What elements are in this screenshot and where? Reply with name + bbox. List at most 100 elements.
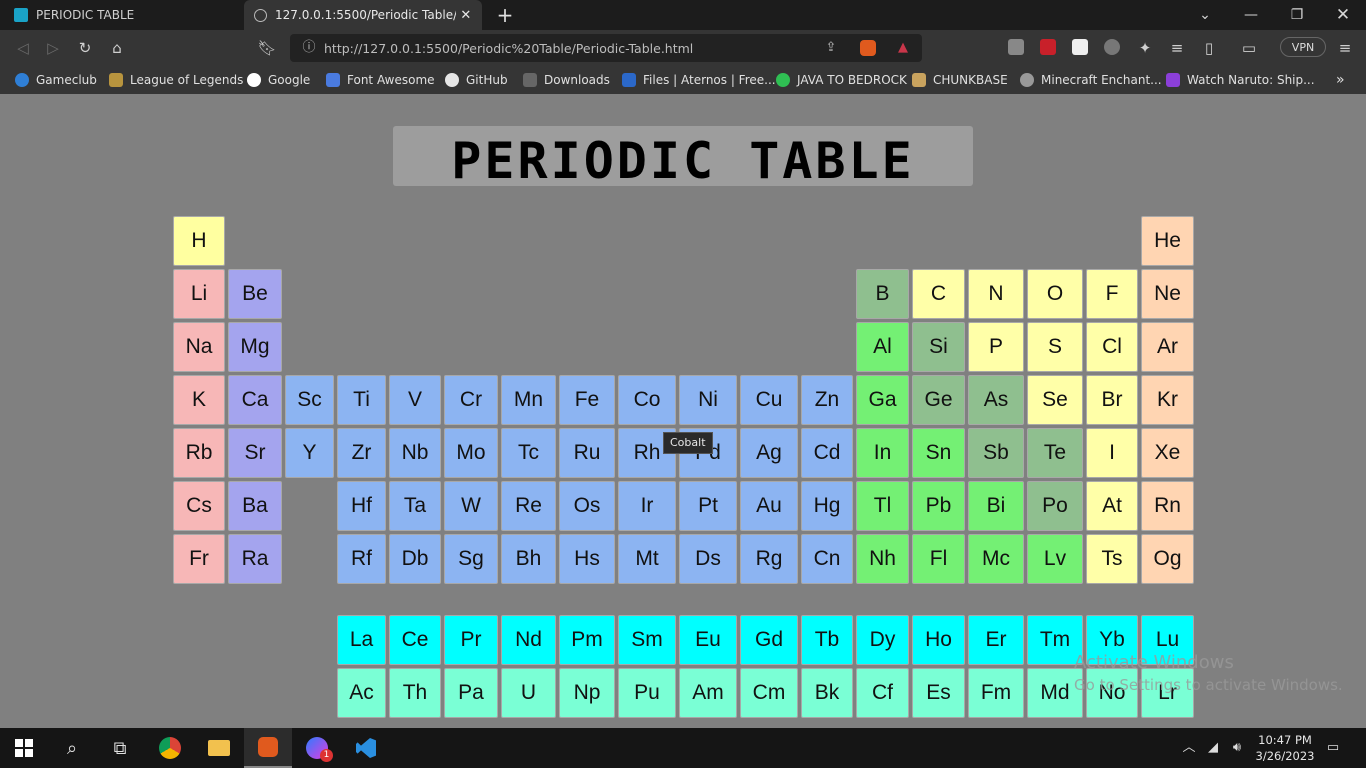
brave-taskbar-icon[interactable]: [244, 728, 292, 768]
bookmark-minecraft-enchant[interactable]: Minecraft Enchant...: [1020, 71, 1162, 89]
element-am[interactable]: Am: [679, 668, 737, 718]
element-be[interactable]: Be: [228, 269, 282, 319]
brave-shields-icon[interactable]: [860, 40, 876, 56]
element-la[interactable]: La: [337, 615, 386, 665]
tab-localhost[interactable]: 127.0.0.1:5500/Periodic Table/Peri ✕: [244, 0, 482, 30]
element-he[interactable]: He: [1141, 216, 1194, 266]
brave-rewards-icon[interactable]: ▲: [894, 39, 912, 57]
element-bh[interactable]: Bh: [501, 534, 556, 584]
address-bar[interactable]: ⓘ http://127.0.0.1:5500/Periodic%20Table…: [290, 34, 922, 62]
bookmark-github[interactable]: GitHub: [445, 71, 508, 89]
reload-button[interactable]: ↻: [74, 38, 96, 58]
element-fr[interactable]: Fr: [173, 534, 225, 584]
element-mn[interactable]: Mn: [501, 375, 556, 425]
element-fe[interactable]: Fe: [559, 375, 615, 425]
forward-button[interactable]: ▷: [42, 38, 64, 58]
extension-icon[interactable]: [1104, 39, 1120, 55]
element-ti[interactable]: Ti: [337, 375, 386, 425]
element-bi[interactable]: Bi: [968, 481, 1024, 531]
site-info-icon[interactable]: ⓘ: [300, 39, 318, 57]
element-mc[interactable]: Mc: [968, 534, 1024, 584]
element-ir[interactable]: Ir: [618, 481, 676, 531]
element-tc[interactable]: Tc: [501, 428, 556, 478]
element-pr[interactable]: Pr: [444, 615, 498, 665]
element-n[interactable]: N: [968, 269, 1024, 319]
close-window-button[interactable]: ✕: [1320, 0, 1366, 30]
element-cn[interactable]: Cn: [801, 534, 853, 584]
element-pt[interactable]: Pt: [679, 481, 737, 531]
element-pu[interactable]: Pu: [618, 668, 676, 718]
element-ru[interactable]: Ru: [559, 428, 615, 478]
element-sr[interactable]: Sr: [228, 428, 282, 478]
element-ne[interactable]: Ne: [1141, 269, 1194, 319]
element-nd[interactable]: Nd: [501, 615, 556, 665]
search-icon[interactable]: ⌕: [48, 728, 96, 768]
new-tab-button[interactable]: +: [494, 3, 516, 27]
url-text[interactable]: http://127.0.0.1:5500/Periodic%20Table/P…: [324, 41, 693, 56]
extension-icon[interactable]: [1008, 39, 1024, 55]
bookmark-league-of-legends[interactable]: League of Legends: [109, 71, 243, 89]
element-cf[interactable]: Cf: [856, 668, 909, 718]
file-explorer-icon[interactable]: [195, 728, 243, 768]
element-y[interactable]: Y: [285, 428, 334, 478]
wallet-icon[interactable]: ▭: [1238, 38, 1260, 58]
element-po[interactable]: Po: [1027, 481, 1083, 531]
element-sc[interactable]: Sc: [285, 375, 334, 425]
element-np[interactable]: Np: [559, 668, 615, 718]
element-ga[interactable]: Ga: [856, 375, 909, 425]
element-ce[interactable]: Ce: [389, 615, 441, 665]
element-nb[interactable]: Nb: [389, 428, 441, 478]
element-ge[interactable]: Ge: [912, 375, 965, 425]
element-rb[interactable]: Rb: [173, 428, 225, 478]
element-au[interactable]: Au: [740, 481, 798, 531]
element-tb[interactable]: Tb: [801, 615, 853, 665]
element-ac[interactable]: Ac: [337, 668, 386, 718]
element-ts[interactable]: Ts: [1086, 534, 1138, 584]
minimize-button[interactable]: —: [1228, 0, 1274, 30]
element-cr[interactable]: Cr: [444, 375, 498, 425]
chrome-icon[interactable]: [146, 728, 194, 768]
show-hidden-icons-icon[interactable]: ︿: [1180, 739, 1198, 757]
element-na[interactable]: Na: [173, 322, 225, 372]
bookmark-downloads[interactable]: Downloads: [523, 71, 610, 89]
element-fm[interactable]: Fm: [968, 668, 1024, 718]
element-lv[interactable]: Lv: [1027, 534, 1083, 584]
element-kr[interactable]: Kr: [1141, 375, 1194, 425]
notifications-icon[interactable]: ▭: [1324, 739, 1342, 757]
element-og[interactable]: Og: [1141, 534, 1194, 584]
element-ca[interactable]: Ca: [228, 375, 282, 425]
element-ra[interactable]: Ra: [228, 534, 282, 584]
bookmark-font-awesome[interactable]: Font Awesome: [326, 71, 435, 89]
bookmark-icon[interactable]: 🔖︎: [256, 38, 278, 58]
home-button[interactable]: ⌂: [106, 38, 128, 58]
close-tab-icon[interactable]: ✕: [460, 8, 472, 23]
element-re[interactable]: Re: [501, 481, 556, 531]
element-hg[interactable]: Hg: [801, 481, 853, 531]
element-ar[interactable]: Ar: [1141, 322, 1194, 372]
playlist-icon[interactable]: ≡: [1166, 38, 1188, 58]
element-hf[interactable]: Hf: [337, 481, 386, 531]
element-pm[interactable]: Pm: [559, 615, 615, 665]
element-fl[interactable]: Fl: [912, 534, 965, 584]
element-nh[interactable]: Nh: [856, 534, 909, 584]
tab-periodic-table[interactable]: PERIODIC TABLE: [0, 0, 242, 30]
bookmark-watch-naruto[interactable]: Watch Naruto: Ship...: [1166, 71, 1315, 89]
extension-icon[interactable]: [1072, 39, 1088, 55]
element-at[interactable]: At: [1086, 481, 1138, 531]
element-sn[interactable]: Sn: [912, 428, 965, 478]
element-k[interactable]: K: [173, 375, 225, 425]
element-mo[interactable]: Mo: [444, 428, 498, 478]
element-f[interactable]: F: [1086, 269, 1138, 319]
element-es[interactable]: Es: [912, 668, 965, 718]
element-as[interactable]: As: [968, 375, 1024, 425]
element-tl[interactable]: Tl: [856, 481, 909, 531]
element-dy[interactable]: Dy: [856, 615, 909, 665]
element-c[interactable]: C: [912, 269, 965, 319]
element-u[interactable]: U: [501, 668, 556, 718]
element-al[interactable]: Al: [856, 322, 909, 372]
task-view-icon[interactable]: ⧉: [96, 728, 144, 768]
element-in[interactable]: In: [856, 428, 909, 478]
element-sg[interactable]: Sg: [444, 534, 498, 584]
sidebar-icon[interactable]: ▯: [1198, 38, 1220, 58]
element-s[interactable]: S: [1027, 322, 1083, 372]
